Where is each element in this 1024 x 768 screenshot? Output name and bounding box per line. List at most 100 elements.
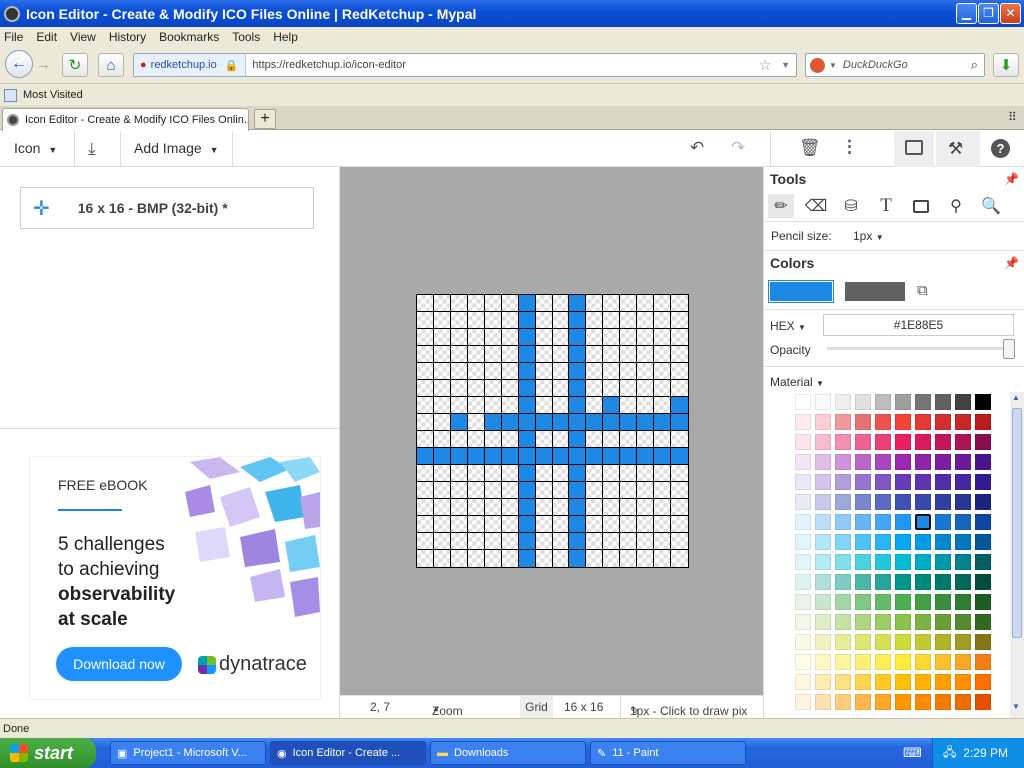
pixel-cell[interactable] [620, 397, 638, 414]
secondary-color-swatch[interactable] [845, 282, 905, 301]
pixel-cell[interactable] [552, 465, 570, 482]
color-swatch[interactable] [855, 654, 871, 670]
pixel-cell[interactable] [586, 329, 604, 346]
pixel-cell[interactable] [484, 448, 502, 465]
pixel-cell[interactable] [417, 414, 434, 431]
pixel-cell[interactable] [603, 465, 621, 482]
pixel-cell[interactable] [535, 397, 553, 414]
color-swatch[interactable] [855, 514, 871, 530]
pixel-cell[interactable] [433, 533, 451, 550]
color-swatch[interactable] [975, 674, 991, 690]
color-swatch[interactable] [935, 534, 951, 550]
pixel-cell[interactable] [586, 380, 604, 397]
pixel-cell[interactable] [518, 448, 536, 465]
color-swatch[interactable] [835, 474, 851, 490]
pixel-cell[interactable] [518, 499, 536, 516]
pixel-cell[interactable] [467, 363, 485, 380]
forward-button[interactable]: → [36, 56, 51, 73]
pixel-cell[interactable] [654, 346, 672, 363]
pixel-cell[interactable] [552, 499, 570, 516]
undo-icon[interactable]: ↶ [690, 138, 704, 158]
pixel-cell[interactable] [620, 431, 638, 448]
pixel-cell[interactable] [671, 550, 688, 567]
color-swatch[interactable] [975, 514, 991, 530]
pixel-cell[interactable] [518, 465, 536, 482]
color-swatch[interactable] [875, 414, 891, 430]
menu-file[interactable]: File [4, 30, 23, 44]
pixel-cell[interactable] [450, 431, 468, 448]
pin-icon[interactable]: 📌 [1004, 172, 1019, 186]
minimize-button[interactable]: ▁ [956, 3, 977, 24]
pixel-cell[interactable] [417, 312, 434, 329]
pixel-cell[interactable] [586, 550, 604, 567]
text-tool[interactable]: T [873, 194, 899, 218]
pixel-cell[interactable] [433, 295, 451, 312]
pixel-cell[interactable] [417, 329, 434, 346]
color-swatch[interactable] [955, 594, 971, 610]
pixel-cell[interactable] [518, 397, 536, 414]
pixel-cell[interactable] [450, 448, 468, 465]
pixel-cell[interactable] [417, 533, 434, 550]
pixel-cell[interactable] [433, 516, 451, 533]
pixel-cell[interactable] [603, 516, 621, 533]
pixel-cell[interactable] [569, 346, 587, 363]
color-swatch[interactable] [815, 534, 831, 550]
color-swatch[interactable] [795, 634, 811, 650]
pixel-cell[interactable] [569, 499, 587, 516]
pixel-cell[interactable] [501, 431, 519, 448]
color-swatch[interactable] [955, 634, 971, 650]
color-swatch[interactable] [975, 474, 991, 490]
pixel-cell[interactable] [586, 397, 604, 414]
pixel-cell[interactable] [671, 533, 688, 550]
pixel-cell[interactable] [417, 499, 434, 516]
color-swatch[interactable] [895, 654, 911, 670]
pixel-cell[interactable] [552, 431, 570, 448]
menu-bookmarks[interactable]: Bookmarks [159, 30, 219, 44]
color-swatch[interactable] [895, 694, 911, 710]
menu-help[interactable]: Help [273, 30, 298, 44]
material-palette[interactable] [793, 392, 993, 712]
color-swatch[interactable] [975, 634, 991, 650]
pixel-cell[interactable] [433, 346, 451, 363]
color-swatch[interactable] [795, 394, 811, 410]
pixel-cell[interactable] [535, 329, 553, 346]
color-swatch[interactable] [935, 654, 951, 670]
color-swatch[interactable] [895, 574, 911, 590]
pixel-canvas[interactable] [416, 294, 689, 568]
color-swatch[interactable] [895, 534, 911, 550]
color-swatch[interactable] [975, 454, 991, 470]
pixel-cell[interactable] [518, 431, 536, 448]
pixel-cell[interactable] [654, 397, 672, 414]
color-swatch[interactable] [915, 554, 931, 570]
color-swatch[interactable] [835, 514, 851, 530]
pixel-cell[interactable] [501, 312, 519, 329]
pixel-cell[interactable] [501, 363, 519, 380]
color-swatch[interactable] [975, 494, 991, 510]
pixel-cell[interactable] [484, 414, 502, 431]
pixel-cell[interactable] [535, 295, 553, 312]
color-swatch[interactable] [975, 394, 991, 410]
color-swatch[interactable] [955, 414, 971, 430]
color-swatch[interactable] [835, 614, 851, 630]
color-swatch[interactable] [935, 594, 951, 610]
pixel-cell[interactable] [671, 516, 688, 533]
url-dropdown-icon[interactable]: ▼ [781, 60, 790, 70]
color-swatch[interactable] [955, 614, 971, 630]
pixel-cell[interactable] [569, 397, 587, 414]
color-swatch[interactable] [915, 674, 931, 690]
color-swatch[interactable] [955, 514, 971, 530]
pixel-cell[interactable] [433, 465, 451, 482]
pixel-cell[interactable] [654, 363, 672, 380]
color-swatch[interactable] [915, 514, 931, 530]
color-swatch[interactable] [935, 494, 951, 510]
pixel-cell[interactable] [417, 397, 434, 414]
color-swatch[interactable] [875, 594, 891, 610]
pixel-cell[interactable] [586, 482, 604, 499]
color-swatch[interactable] [795, 434, 811, 450]
ad-download-button[interactable]: Download now [56, 647, 182, 681]
pixel-cell[interactable] [586, 363, 604, 380]
close-button[interactable]: ✕ [1000, 3, 1021, 24]
pixel-cell[interactable] [586, 431, 604, 448]
help-icon[interactable]: ? [991, 139, 1010, 158]
color-swatch[interactable] [875, 474, 891, 490]
